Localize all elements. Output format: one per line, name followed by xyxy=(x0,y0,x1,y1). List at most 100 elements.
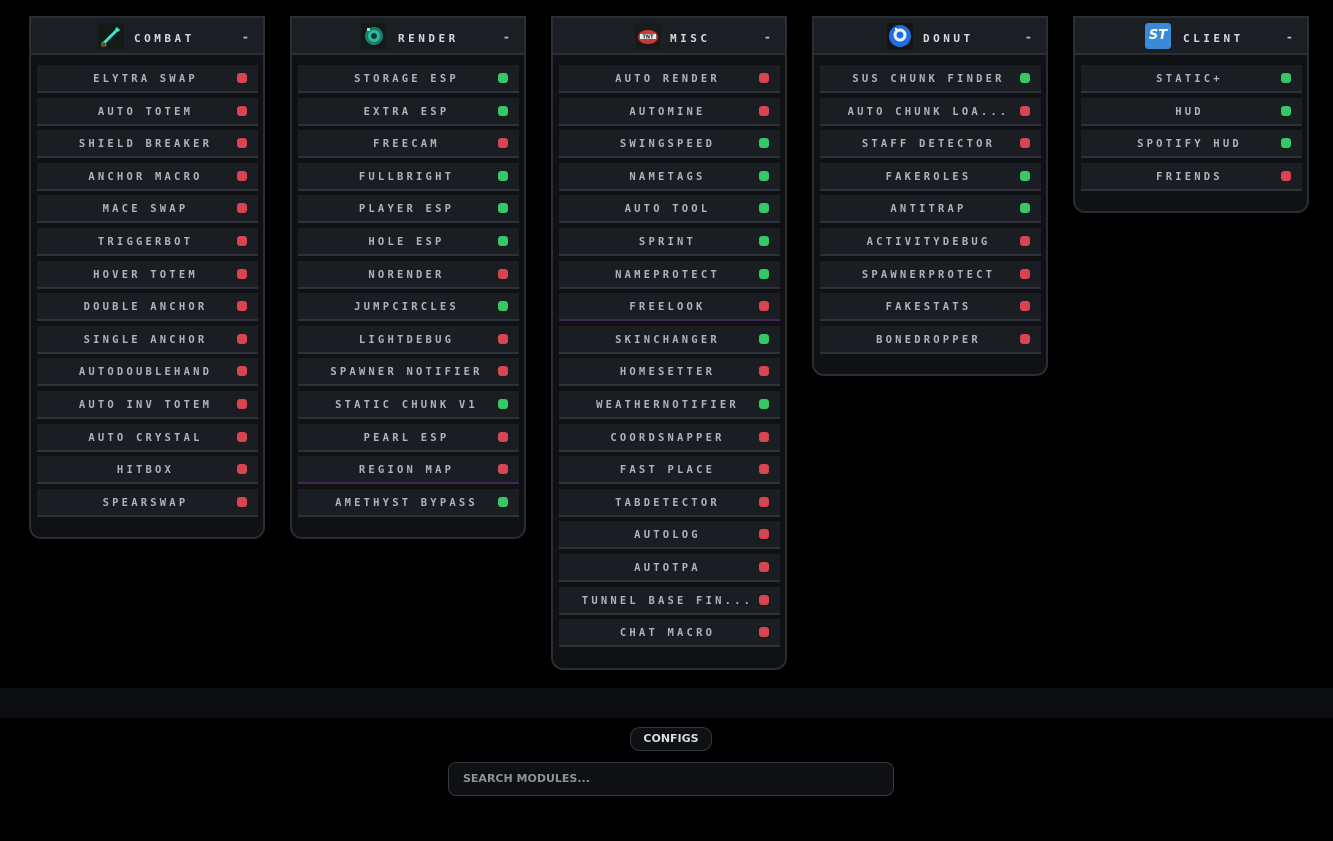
ender-eye-icon xyxy=(361,23,387,49)
module-toggle[interactable]: SINGLE ANCHOR xyxy=(37,325,258,354)
module-toggle[interactable]: ANTITRAP xyxy=(820,195,1041,224)
module-toggle[interactable]: ANCHOR MACRO xyxy=(37,162,258,191)
module-toggle[interactable]: WEATHERNOTIFIER xyxy=(559,390,780,419)
module-toggle[interactable]: STATIC+ xyxy=(1081,65,1302,93)
module-toggle[interactable]: AUTO CRYSTAL xyxy=(37,423,258,452)
module-toggle[interactable]: CHAT MACRO xyxy=(559,619,780,648)
collapse-button[interactable]: - xyxy=(1286,30,1293,44)
panel-combat: COMBAT - ELYTRA SWAP AUTO TOTEM SHIELD BREAK… xyxy=(29,16,265,540)
enabled-indicator xyxy=(498,496,508,507)
donut-icon xyxy=(887,23,913,49)
module-toggle[interactable]: SPOTIFY HUD xyxy=(1081,130,1302,159)
module-toggle[interactable]: AMETHYST BYPASS xyxy=(298,488,519,517)
module-toggle[interactable]: FAKESTATS xyxy=(820,293,1041,322)
disabled-indicator xyxy=(1020,138,1030,149)
panel-title: COMBAT xyxy=(134,32,195,45)
module-toggle[interactable]: JUMPCIRCLES xyxy=(298,293,519,322)
module-list: AUTO RENDER AUTOMINE SWINGSPEED NAMETAGS AUT… xyxy=(553,55,785,648)
module-name: TABDETECTOR xyxy=(615,496,720,509)
module-toggle[interactable]: TUNNEL BASE FIN... xyxy=(559,586,780,615)
module-toggle[interactable]: AUTO TOOL xyxy=(559,195,780,224)
disabled-indicator xyxy=(237,235,247,246)
module-toggle[interactable]: ACTIVITYDEBUG xyxy=(820,227,1041,256)
panel-header[interactable]: TNT MISC - xyxy=(553,18,785,55)
disabled-indicator xyxy=(1020,301,1030,312)
module-toggle[interactable]: STORAGE ESP xyxy=(298,65,519,93)
module-toggle[interactable]: STAFF DETECTOR xyxy=(820,130,1041,159)
module-name: ANCHOR MACRO xyxy=(88,170,203,183)
configs-button[interactable]: CONFIGS xyxy=(630,727,712,751)
module-toggle[interactable]: NAMEPROTECT xyxy=(559,260,780,289)
module-toggle[interactable]: AUTO CHUNK LOA... xyxy=(820,97,1041,126)
module-toggle[interactable]: AUTO TOTEM xyxy=(37,97,258,126)
panel-header[interactable]: DONUT - xyxy=(814,18,1046,55)
search-modules-input[interactable]: SEARCH MODULES... xyxy=(448,762,894,796)
module-toggle[interactable]: AUTOMINE xyxy=(559,97,780,126)
module-toggle[interactable]: EXTRA ESP xyxy=(298,97,519,126)
module-toggle[interactable]: FAST PLACE xyxy=(559,456,780,485)
module-name: AUTO RENDER xyxy=(615,73,720,85)
module-toggle[interactable]: HOLE ESP xyxy=(298,227,519,256)
panel-header[interactable]: RENDER - xyxy=(292,18,524,55)
module-name: STORAGE ESP xyxy=(354,73,459,85)
module-toggle[interactable]: ELYTRA SWAP xyxy=(37,65,258,93)
module-toggle[interactable]: NAMETAGS xyxy=(559,162,780,191)
module-toggle[interactable]: AUTO INV TOTEM xyxy=(37,390,258,419)
panel-header[interactable]: COMBAT - xyxy=(31,18,263,55)
module-toggle[interactable]: TRIGGERBOT xyxy=(37,227,258,256)
module-toggle[interactable]: AUTO RENDER xyxy=(559,65,780,93)
module-toggle[interactable]: FREECAM xyxy=(298,130,519,159)
module-list: STATIC+ HUD SPOTIFY HUD FRIENDS xyxy=(1075,55,1307,191)
module-name: AUTOMINE xyxy=(629,105,706,118)
module-toggle[interactable]: AUTOTPA xyxy=(559,553,780,582)
module-toggle[interactable]: SPAWNER NOTIFIER xyxy=(298,358,519,387)
module-toggle[interactable]: DOUBLE ANCHOR xyxy=(37,293,258,322)
sword-icon xyxy=(98,23,124,49)
module-toggle[interactable]: HOVER TOTEM xyxy=(37,260,258,289)
module-toggle[interactable]: FRIENDS xyxy=(1081,162,1302,191)
module-toggle[interactable]: PLAYER ESP xyxy=(298,195,519,224)
module-toggle[interactable]: SKINCHANGER xyxy=(559,325,780,354)
enabled-indicator xyxy=(759,333,769,344)
collapse-button[interactable]: - xyxy=(1025,30,1032,44)
module-toggle[interactable]: LIGHTDEBUG xyxy=(298,325,519,354)
disabled-indicator xyxy=(1020,333,1030,344)
module-toggle[interactable]: MACE SWAP xyxy=(37,195,258,224)
module-name: NAMEPROTECT xyxy=(615,268,720,281)
module-toggle[interactable]: REGION MAP xyxy=(298,456,519,485)
module-toggle[interactable]: NORENDER xyxy=(298,260,519,289)
module-toggle[interactable]: HOMESETTER xyxy=(559,358,780,387)
module-name: EXTRA ESP xyxy=(363,105,450,118)
module-name: PLAYER ESP xyxy=(358,203,455,216)
module-toggle[interactable]: FREELOOK xyxy=(559,293,780,322)
module-toggle[interactable]: COORDSNAPPER xyxy=(559,423,780,452)
module-toggle[interactable]: SHIELD BREAKER xyxy=(37,130,258,159)
module-toggle[interactable]: SPEARSWAP xyxy=(37,488,258,517)
module-toggle[interactable]: PEARL ESP xyxy=(298,423,519,452)
module-name: JUMPCIRCLES xyxy=(354,301,459,314)
module-toggle[interactable]: BONEDROPPER xyxy=(820,325,1041,354)
collapse-button[interactable]: - xyxy=(503,30,510,44)
disabled-indicator xyxy=(237,431,247,442)
panel-header[interactable]: ST CLIENT - xyxy=(1075,18,1307,55)
module-toggle[interactable]: FULLBRIGHT xyxy=(298,162,519,191)
disabled-indicator xyxy=(237,464,247,475)
module-toggle[interactable]: HITBOX xyxy=(37,456,258,485)
collapse-button[interactable]: - xyxy=(242,30,249,44)
module-name: FAKESTATS xyxy=(885,301,972,314)
module-toggle[interactable]: SWINGSPEED xyxy=(559,130,780,159)
module-toggle[interactable]: TABDETECTOR xyxy=(559,488,780,517)
module-toggle[interactable]: AUTODOUBLEHAND xyxy=(37,358,258,387)
module-toggle[interactable]: AUTOLOG xyxy=(559,521,780,550)
module-toggle[interactable]: SPRINT xyxy=(559,227,780,256)
enabled-indicator xyxy=(759,170,769,181)
disabled-indicator xyxy=(1020,105,1030,116)
module-toggle[interactable]: SPAWNERPROTECT xyxy=(820,260,1041,289)
module-toggle[interactable]: SUS CHUNK FINDER xyxy=(820,65,1041,93)
module-toggle[interactable]: FAKEROLES xyxy=(820,162,1041,191)
disabled-indicator xyxy=(759,366,769,377)
module-name: COORDSNAPPER xyxy=(610,431,725,444)
collapse-button[interactable]: - xyxy=(764,30,771,44)
module-toggle[interactable]: STATIC CHUNK V1 xyxy=(298,390,519,419)
module-toggle[interactable]: HUD xyxy=(1081,97,1302,126)
